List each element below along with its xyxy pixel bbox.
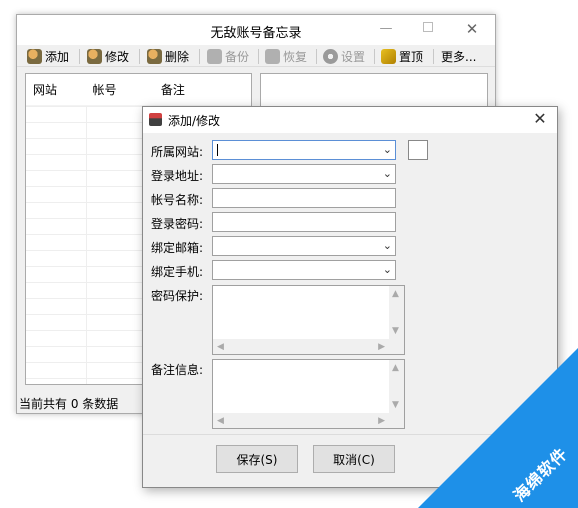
- dialog-title: 添加/修改: [168, 114, 221, 128]
- vertical-scrollbar[interactable]: ▲ ▼: [389, 286, 404, 339]
- notes-textarea[interactable]: ▲ ▼ ◀ ▶: [212, 359, 405, 429]
- email-label: 绑定邮箱:: [151, 241, 204, 255]
- edit-button[interactable]: 修改: [87, 46, 129, 66]
- scroll-corner: [389, 339, 404, 354]
- password-protect-label: 密码保护:: [151, 289, 204, 303]
- maximize-button[interactable]: [417, 20, 439, 38]
- list-column-divider: [86, 106, 87, 384]
- close-icon[interactable]: ✕: [531, 109, 549, 128]
- horizontal-scrollbar[interactable]: ◀ ▶: [213, 339, 389, 354]
- password-label: 登录密码:: [151, 217, 204, 231]
- delete-button[interactable]: 删除: [147, 46, 189, 66]
- list-header: 网站 帐号 备注: [26, 74, 251, 106]
- more-button[interactable]: 更多...: [441, 46, 476, 66]
- more-label: 更多...: [441, 49, 477, 64]
- scroll-up-icon[interactable]: ▲: [392, 289, 399, 299]
- add-button[interactable]: 添加: [27, 46, 69, 66]
- scroll-corner: [389, 413, 404, 428]
- backup-label: 备份: [225, 49, 250, 64]
- login-url-select[interactable]: ⌄: [212, 164, 396, 184]
- watermark-triangle: [418, 348, 578, 508]
- main-title-bar[interactable]: 无敌账号备忘录 — ✕: [17, 15, 495, 45]
- scroll-right-icon[interactable]: ▶: [378, 416, 385, 426]
- chevron-down-icon[interactable]: ⌄: [383, 239, 392, 252]
- site-icon-box[interactable]: [408, 140, 428, 160]
- pin-icon: [381, 48, 396, 64]
- delete-label: 删除: [165, 49, 190, 64]
- toolbar-divider: [433, 49, 434, 64]
- add-label: 添加: [45, 49, 70, 64]
- toolbar: 添加 修改 删除 备份 恢复 设置 置顶 更多...: [17, 45, 495, 67]
- toolbar-divider: [374, 49, 375, 64]
- password-input[interactable]: [212, 212, 396, 232]
- cancel-button[interactable]: 取消(C): [313, 445, 395, 473]
- text-cursor: [217, 144, 218, 156]
- column-header-account[interactable]: 帐号: [85, 74, 153, 105]
- site-label: 所属网站:: [151, 145, 204, 159]
- phone-select[interactable]: ⌄: [212, 260, 396, 280]
- email-select[interactable]: ⌄: [212, 236, 396, 256]
- horizontal-scrollbar[interactable]: ◀ ▶: [213, 413, 389, 428]
- site-select[interactable]: ⌄: [212, 140, 396, 160]
- login-url-label: 登录地址:: [151, 169, 204, 183]
- column-header-notes[interactable]: 备注: [154, 74, 251, 105]
- settings-label: 设置: [341, 49, 366, 64]
- status-bar-text: 当前共有 0 条数据: [19, 397, 119, 411]
- minimize-button[interactable]: —: [375, 20, 397, 38]
- scroll-left-icon[interactable]: ◀: [217, 416, 224, 426]
- main-close-button[interactable]: ✕: [461, 20, 483, 38]
- scroll-down-icon[interactable]: ▼: [392, 326, 399, 336]
- backup-icon: [207, 48, 222, 64]
- restore-icon: [265, 48, 280, 64]
- scroll-right-icon[interactable]: ▶: [378, 342, 385, 352]
- account-name-input[interactable]: [212, 188, 396, 208]
- scroll-down-icon[interactable]: ▼: [392, 400, 399, 410]
- phone-label: 绑定手机:: [151, 265, 204, 279]
- vertical-scrollbar[interactable]: ▲ ▼: [389, 360, 404, 413]
- account-name-label: 帐号名称:: [151, 193, 204, 207]
- toolbar-divider: [316, 49, 317, 64]
- edit-user-icon: [87, 48, 102, 64]
- restore-button[interactable]: 恢复: [265, 46, 307, 66]
- chevron-down-icon[interactable]: ⌄: [383, 143, 392, 156]
- toolbar-divider: [139, 49, 140, 64]
- maximize-icon: [423, 22, 433, 32]
- restore-label: 恢复: [283, 49, 308, 64]
- app-icon: [149, 113, 162, 126]
- scroll-up-icon[interactable]: ▲: [392, 363, 399, 373]
- scroll-left-icon[interactable]: ◀: [217, 342, 224, 352]
- dialog-title-bar[interactable]: 添加/修改 ✕: [143, 107, 557, 133]
- settings-button[interactable]: 设置: [323, 46, 365, 66]
- toolbar-divider: [258, 49, 259, 64]
- chevron-down-icon[interactable]: ⌄: [383, 263, 392, 276]
- add-user-icon: [27, 48, 42, 64]
- desktop: 无敌账号备忘录 — ✕ 添加 修改 删除 备份 恢复 设置 置顶 更多... 网…: [0, 0, 578, 508]
- password-protect-textarea[interactable]: ▲ ▼ ◀ ▶: [212, 285, 405, 355]
- backup-button[interactable]: 备份: [207, 46, 249, 66]
- pin-button[interactable]: 置顶: [381, 46, 423, 66]
- save-button[interactable]: 保存(S): [216, 445, 298, 473]
- pin-label: 置顶: [399, 49, 424, 64]
- column-header-site[interactable]: 网站: [26, 74, 85, 105]
- notes-label: 备注信息:: [151, 363, 204, 377]
- delete-user-icon: [147, 48, 162, 64]
- toolbar-divider: [199, 49, 200, 64]
- edit-label: 修改: [105, 49, 130, 64]
- chevron-down-icon[interactable]: ⌄: [383, 167, 392, 180]
- toolbar-divider: [79, 49, 80, 64]
- gear-icon: [323, 48, 338, 64]
